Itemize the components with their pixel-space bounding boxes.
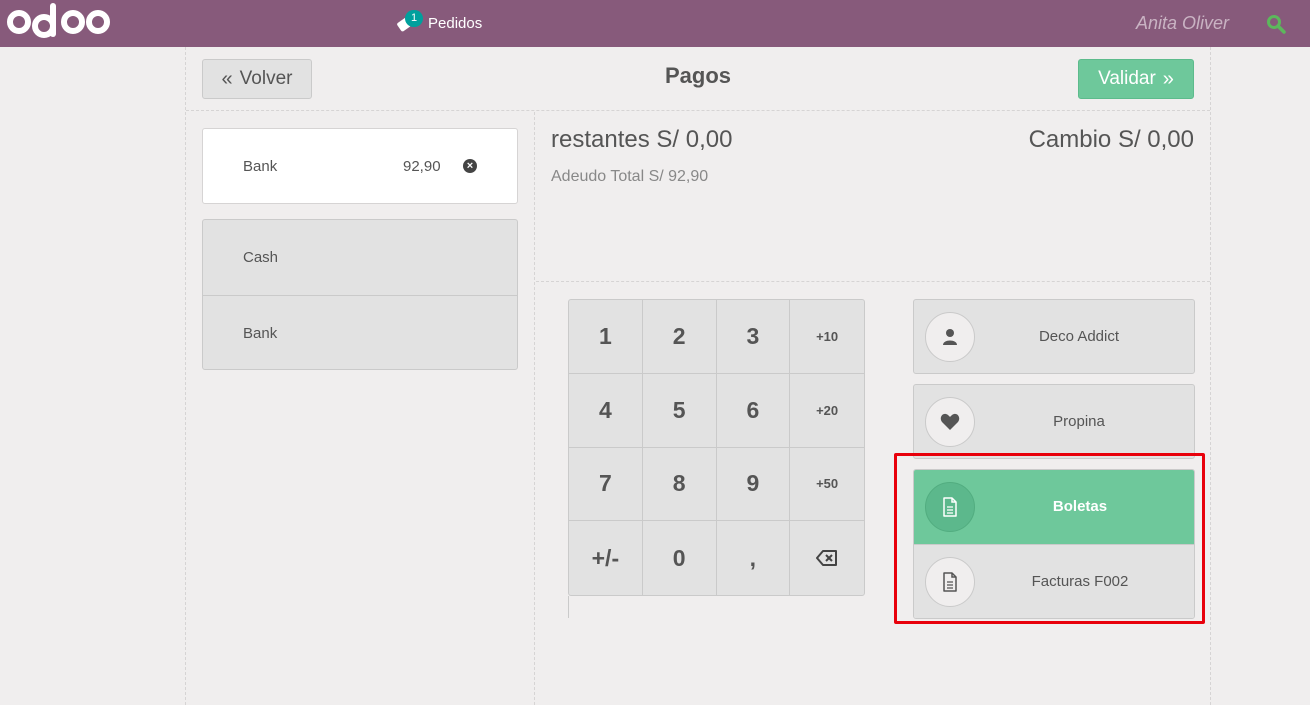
orders-count-badge: 1 — [405, 10, 423, 27]
facturas-button[interactable]: Facturas F002 — [914, 544, 1194, 618]
numpad-key-0[interactable]: 0 — [643, 521, 717, 595]
orders-label: Pedidos — [428, 14, 483, 32]
tip-label: Propina — [1053, 413, 1105, 430]
odoo-logo — [7, 3, 110, 41]
ticket-icon: 1 — [396, 10, 423, 34]
search-icon[interactable] — [1266, 14, 1286, 34]
payment-screen: « Volver Pagos Validar » Bank 92,90 × Ca… — [185, 47, 1211, 705]
customer-name: Deco Addict — [1038, 328, 1120, 345]
numpad-key-6[interactable]: 6 — [716, 373, 791, 448]
numpad-key-9[interactable]: 9 — [716, 447, 791, 522]
numpad-key-decimal[interactable]: , — [717, 521, 791, 595]
numpad-key-plus20[interactable]: +20 — [790, 374, 864, 448]
validate-label: Validar — [1098, 68, 1156, 89]
payment-main-panel: restantes S/ 0,00 Cambio S/ 0,00 Adeudo … — [536, 112, 1210, 705]
top-bar: 1 Pedidos Anita Oliver — [0, 0, 1310, 47]
numpad-key-7[interactable]: 7 — [569, 447, 643, 522]
numpad-key-backspace[interactable] — [790, 521, 864, 595]
payment-line-name: Bank — [243, 158, 278, 175]
payment-action-buttons: Deco Addict Propina Boletas Facturas F00… — [913, 299, 1195, 619]
numpad-key-plus50[interactable]: +50 — [790, 448, 864, 522]
facturas-label: Facturas F002 — [1031, 573, 1129, 590]
payment-line-amount[interactable]: 92,90 — [403, 158, 441, 175]
remaining-amount: restantes S/ 0,00 — [551, 126, 733, 153]
tip-button[interactable]: Propina — [913, 384, 1195, 459]
numpad-key-sign[interactable]: +/- — [569, 521, 643, 595]
orders-button[interactable]: 1 Pedidos — [396, 8, 482, 38]
total-due: Adeudo Total S/ 92,90 — [551, 168, 709, 185]
numpad-key-2[interactable]: 2 — [642, 300, 717, 374]
payment-lines-panel: Bank 92,90 × Cash Bank — [186, 112, 535, 705]
numpad-divider — [568, 596, 569, 618]
customer-button[interactable]: Deco Addict — [913, 299, 1195, 374]
payment-summary: restantes S/ 0,00 Cambio S/ 0,00 Adeudo … — [536, 112, 1210, 282]
numpad: 1 2 3 +10 4 5 6 +20 7 8 9 +50 +/- 0 , — [568, 299, 865, 596]
payment-method-cash[interactable]: Cash — [203, 220, 517, 295]
payment-header: « Volver Pagos Validar » — [186, 47, 1210, 111]
numpad-key-plus10[interactable]: +10 — [790, 300, 864, 374]
username[interactable]: Anita Oliver — [1136, 13, 1229, 34]
double-chevron-right-icon: » — [1162, 67, 1174, 90]
change-amount: Cambio S/ 0,00 — [1028, 126, 1194, 153]
invoice-type-group: Boletas Facturas F002 — [913, 469, 1195, 619]
validate-button[interactable]: Validar » — [1078, 59, 1194, 99]
backspace-icon — [816, 550, 838, 567]
page-title: Pagos — [664, 63, 732, 88]
numpad-key-5[interactable]: 5 — [642, 373, 717, 448]
numpad-key-3[interactable]: 3 — [716, 300, 791, 374]
delete-payment-line-icon[interactable]: × — [463, 159, 477, 173]
boletas-button[interactable]: Boletas — [914, 470, 1194, 544]
payment-methods-list: Cash Bank — [202, 219, 518, 370]
numpad-key-1[interactable]: 1 — [569, 300, 643, 374]
numpad-key-8[interactable]: 8 — [642, 447, 717, 522]
numpad-key-4[interactable]: 4 — [569, 373, 643, 448]
payment-line[interactable]: Bank 92,90 × — [202, 128, 518, 204]
payment-method-bank[interactable]: Bank — [203, 295, 517, 369]
boletas-label: Boletas — [1052, 498, 1108, 515]
